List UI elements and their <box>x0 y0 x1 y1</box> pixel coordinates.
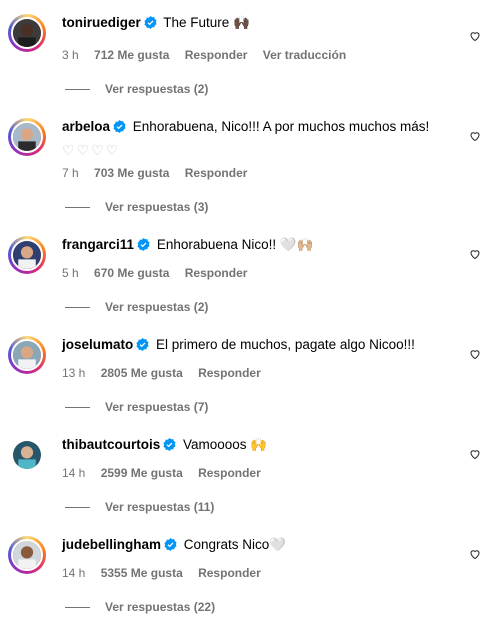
comment-text: Enhorabuena Nico!! 🤍🙌🏼 <box>156 237 314 252</box>
username-link[interactable]: arbeloa <box>62 119 110 134</box>
reply-button[interactable]: Responder <box>198 366 261 380</box>
view-replies-button[interactable]: Ver respuestas (11) <box>65 500 214 514</box>
avatar-story-ring[interactable] <box>8 536 46 574</box>
comment-time: 5 h <box>62 266 79 280</box>
like-heart-icon[interactable] <box>469 248 481 260</box>
comment-meta: 14 h 5355 Me gusta Responder <box>62 566 273 580</box>
likes-count[interactable]: 2599 Me gusta <box>101 466 183 480</box>
replies-divider <box>65 506 90 508</box>
view-replies-label[interactable]: Ver respuestas (7) <box>105 400 208 414</box>
comment-item: frangarci11 Enhorabuena Nico!! 🤍🙌🏼 5 h 6… <box>0 222 491 322</box>
comment-line: frangarci11 Enhorabuena Nico!! 🤍🙌🏼 <box>62 236 314 254</box>
avatar-image <box>13 441 41 469</box>
verified-badge-icon <box>164 538 177 551</box>
reply-button[interactable]: Responder <box>198 566 261 580</box>
like-heart-icon[interactable] <box>469 448 481 460</box>
avatar[interactable] <box>11 539 43 571</box>
comment-time: 13 h <box>62 366 86 380</box>
avatar-story-ring[interactable] <box>8 336 46 374</box>
comment-line: judebellingham Congrats Nico🤍 <box>62 536 286 554</box>
comment-item: joselumato El primero de muchos, pagate … <box>0 322 491 422</box>
verified-badge-icon <box>144 16 157 29</box>
comment-meta: 13 h 2805 Me gusta Responder <box>62 366 273 380</box>
verified-badge-icon <box>137 238 150 251</box>
comment-item: thibautcourtois Vamoooos 🙌 14 h 2599 Me … <box>0 422 491 522</box>
view-replies-label[interactable]: Ver respuestas (22) <box>105 600 215 614</box>
verified-badge-icon <box>113 120 126 133</box>
comment-text: The Future 🙌🏿 <box>163 15 250 30</box>
comment-meta: 14 h 2599 Me gusta Responder <box>62 466 273 480</box>
username-link[interactable]: joselumato <box>62 337 133 352</box>
comment-text: Vamoooos 🙌 <box>183 437 268 452</box>
comment-text: El primero de muchos, pagate algo Nicoo!… <box>156 337 415 352</box>
reply-button[interactable]: Responder <box>198 466 261 480</box>
comment-meta: 5 h 670 Me gusta Responder <box>62 266 259 280</box>
verified-badge-icon <box>163 438 176 451</box>
avatar-frame[interactable] <box>8 436 46 474</box>
view-replies-button[interactable]: Ver respuestas (7) <box>65 400 208 414</box>
comment-hearts: ♡♡♡♡ <box>62 142 121 158</box>
view-replies-button[interactable]: Ver respuestas (3) <box>65 200 208 214</box>
comment-line: joselumato El primero de muchos, pagate … <box>62 336 415 354</box>
comment-text: Congrats Nico🤍 <box>183 537 287 552</box>
comment-line: toniruediger The Future 🙌🏿 <box>62 14 250 32</box>
view-replies-button[interactable]: Ver respuestas (2) <box>65 82 208 96</box>
view-replies-label[interactable]: Ver respuestas (3) <box>105 200 208 214</box>
verified-badge-icon <box>136 338 149 351</box>
replies-divider <box>65 306 90 308</box>
like-heart-icon[interactable] <box>469 30 481 42</box>
comment-item: arbeloa Enhorabuena, Nico!!! A por mucho… <box>0 104 491 214</box>
comment-meta: 7 h 703 Me gusta Responder <box>62 166 259 180</box>
replies-divider <box>65 406 90 408</box>
comment-time: 14 h <box>62 466 86 480</box>
view-replies-label[interactable]: Ver respuestas (2) <box>105 300 208 314</box>
view-replies-button[interactable]: Ver respuestas (2) <box>65 300 208 314</box>
likes-count[interactable]: 5355 Me gusta <box>101 566 183 580</box>
comment-line: arbeloa Enhorabuena, Nico!!! A por mucho… <box>62 118 429 136</box>
username-link[interactable]: toniruediger <box>62 15 141 30</box>
comment-item: judebellingham Congrats Nico🤍 14 h 5355 … <box>0 522 491 622</box>
comment-line: thibautcourtois Vamoooos 🙌 <box>62 436 267 454</box>
replies-divider <box>65 206 90 208</box>
username-link[interactable]: thibautcourtois <box>62 437 160 452</box>
reply-button[interactable]: Responder <box>185 266 248 280</box>
avatar[interactable] <box>11 239 43 271</box>
avatar[interactable] <box>11 17 43 49</box>
avatar-image <box>13 341 41 369</box>
comment-text: Enhorabuena, Nico!!! A por muchos muchos… <box>132 119 430 134</box>
replies-divider <box>65 606 90 608</box>
view-replies-label[interactable]: Ver respuestas (2) <box>105 82 208 96</box>
avatar-image <box>13 19 41 47</box>
avatar-story-ring[interactable] <box>8 236 46 274</box>
reply-button[interactable]: Responder <box>185 48 248 62</box>
comment-time: 14 h <box>62 566 86 580</box>
view-replies-button[interactable]: Ver respuestas (22) <box>65 600 215 614</box>
likes-count[interactable]: 703 Me gusta <box>94 166 169 180</box>
username-link[interactable]: judebellingham <box>62 537 161 552</box>
avatar-image <box>13 541 41 569</box>
avatar-story-ring[interactable] <box>8 14 46 52</box>
username-link[interactable]: frangarci11 <box>62 237 134 252</box>
likes-count[interactable]: 670 Me gusta <box>94 266 169 280</box>
avatar[interactable] <box>11 339 43 371</box>
comment-meta: 3 h 712 Me gusta Responder Ver traducció… <box>62 48 358 62</box>
likes-count[interactable]: 2805 Me gusta <box>101 366 183 380</box>
comment-time: 7 h <box>62 166 79 180</box>
comment-time: 3 h <box>62 48 79 62</box>
like-heart-icon[interactable] <box>469 348 481 360</box>
avatar-story-ring[interactable] <box>8 118 46 156</box>
comment-item: toniruediger The Future 🙌🏿 3 h 712 Me gu… <box>0 0 491 100</box>
likes-count[interactable]: 712 Me gusta <box>94 48 169 62</box>
like-heart-icon[interactable] <box>469 548 481 560</box>
like-heart-icon[interactable] <box>469 130 481 142</box>
avatar-image <box>13 123 41 151</box>
view-replies-label[interactable]: Ver respuestas (11) <box>105 500 214 514</box>
replies-divider <box>65 88 90 90</box>
translate-button[interactable]: Ver traducción <box>263 48 346 62</box>
avatar[interactable] <box>11 121 43 153</box>
avatar[interactable] <box>11 439 43 471</box>
avatar-image <box>13 241 41 269</box>
reply-button[interactable]: Responder <box>185 166 248 180</box>
